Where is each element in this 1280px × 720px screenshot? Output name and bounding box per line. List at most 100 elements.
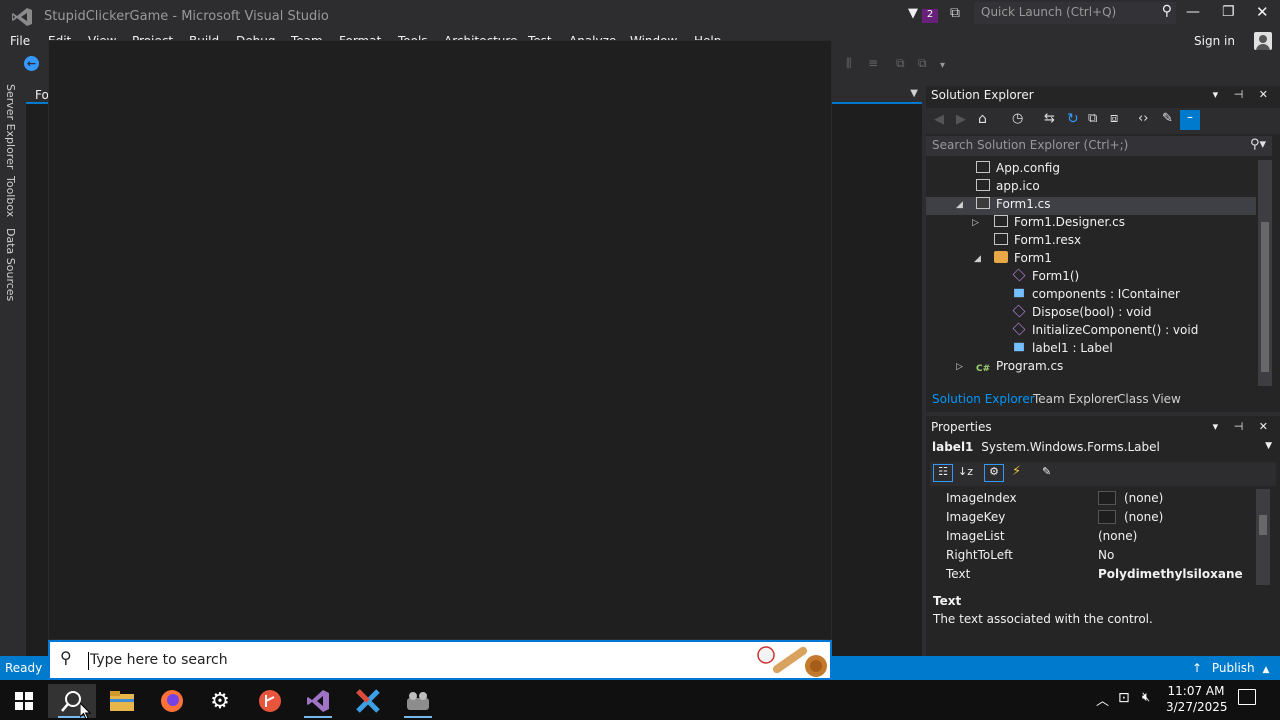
- visual-studio-logo-icon: [12, 8, 32, 26]
- back-icon[interactable]: ◀: [934, 112, 944, 127]
- sync-icon[interactable]: ⇆: [1044, 111, 1055, 126]
- property-value[interactable]: (none): [1124, 491, 1163, 505]
- tree-item-app-config[interactable]: App.config: [976, 161, 1060, 179]
- order-icon[interactable]: ⧉: [918, 56, 927, 71]
- property-row[interactable]: ImageIndex (none): [946, 489, 1252, 508]
- collapse-arrow-icon[interactable]: ◢: [974, 254, 981, 264]
- taskbar-visual-studio[interactable]: [294, 684, 342, 718]
- menu-file[interactable]: File: [10, 34, 30, 48]
- toolbar-overflow-icon[interactable]: ▾: [940, 60, 945, 71]
- quick-launch-input[interactable]: Quick Launch (Ctrl+Q) ⚲: [974, 2, 1176, 24]
- panel-window-buttons[interactable]: ▾ ⊣ ✕: [1213, 420, 1274, 433]
- properties-wrench-icon[interactable]: ✎: [1162, 111, 1173, 126]
- categorized-icon[interactable]: ☷: [933, 464, 953, 482]
- publish-button[interactable]: ↑ Publish ▲: [1192, 661, 1269, 675]
- avatar[interactable]: [1254, 32, 1272, 50]
- volume-muted-icon[interactable]: 🔇︎: [1142, 690, 1150, 705]
- tree-item-label: app.ico: [996, 179, 1040, 193]
- show-all-files-icon[interactable]: ⧈: [1110, 111, 1118, 126]
- property-pages-icon[interactable]: ✎: [1042, 465, 1051, 478]
- feedback-icon[interactable]: ⧉: [950, 5, 960, 21]
- tab-class-view[interactable]: Class View: [1117, 392, 1181, 406]
- preview-selected-icon[interactable]: –: [1180, 110, 1200, 130]
- taskbar-file-explorer[interactable]: [98, 684, 146, 718]
- tree-item-form1-resx[interactable]: Form1.resx: [994, 233, 1081, 251]
- solution-search-input[interactable]: Search Solution Explorer (Ctrl+;) ⚲▾: [926, 136, 1272, 156]
- collapse-all-icon[interactable]: ⧉: [1088, 111, 1097, 126]
- notification-count-badge[interactable]: 2: [922, 9, 938, 23]
- scrollbar-thumb[interactable]: [1259, 515, 1267, 535]
- data-sources-tab[interactable]: Data Sources: [4, 228, 17, 301]
- tree-item-form1-cs[interactable]: ◢ Form1.cs: [926, 197, 1256, 215]
- properties-icon[interactable]: ⚙: [984, 464, 1004, 482]
- tree-item-components[interactable]: components : IContainer: [1012, 287, 1180, 305]
- property-value[interactable]: (none): [1098, 529, 1137, 543]
- tree-item-label1[interactable]: label1 : Label: [1012, 341, 1113, 359]
- expand-arrow-icon[interactable]: ▷: [972, 218, 979, 228]
- events-icon[interactable]: ⚡: [1012, 464, 1021, 479]
- tab-solution-explorer[interactable]: Solution Explorer: [932, 392, 1035, 406]
- taskbar-git-client[interactable]: [246, 684, 294, 718]
- property-row[interactable]: ImageList (none): [946, 527, 1252, 546]
- restore-button[interactable]: ❐: [1222, 4, 1235, 20]
- tree-item-dispose[interactable]: Dispose(bool) : void: [1012, 304, 1151, 323]
- object-selector[interactable]: label1 System.Windows.Forms.Label ▼: [932, 440, 1276, 458]
- folder-icon: [110, 691, 134, 711]
- navigate-back-icon[interactable]: ←: [24, 56, 39, 71]
- minimize-button[interactable]: —: [1186, 4, 1200, 20]
- refresh-icon[interactable]: ↻: [1067, 111, 1079, 127]
- server-explorer-tab[interactable]: Server Explorer: [4, 84, 17, 169]
- collapse-arrow-icon[interactable]: ◢: [956, 200, 963, 210]
- visual-studio-icon: [307, 690, 329, 712]
- pending-changes-icon[interactable]: ◷: [1012, 111, 1023, 126]
- tab-team-explorer[interactable]: Team Explorer: [1033, 392, 1119, 406]
- tree-item-form1-ctor[interactable]: Form1(): [1012, 268, 1079, 287]
- property-row[interactable]: RightToLeft No: [946, 546, 1252, 565]
- tree-item-initialize-component[interactable]: InitializeComponent() : void: [1012, 322, 1198, 341]
- taskbar-firefox[interactable]: [148, 684, 196, 718]
- property-description-title: Text: [933, 594, 962, 608]
- property-value[interactable]: Polydimethylsiloxane: [1098, 567, 1243, 581]
- document-tab[interactable]: Fo: [35, 88, 49, 102]
- taskbar-search-box[interactable]: ⚲ Type here to search: [48, 640, 832, 680]
- property-value[interactable]: (none): [1124, 510, 1163, 524]
- network-icon[interactable]: ⊡: [1118, 690, 1130, 706]
- taskbar-settings[interactable]: ⚙: [196, 684, 244, 718]
- expand-arrow-icon[interactable]: ▷: [956, 362, 963, 372]
- tree-item-form1-class[interactable]: ◢ Form1: [972, 251, 1052, 269]
- filter-icon[interactable]: ▼: [908, 6, 918, 21]
- tray-overflow-chevron-icon[interactable]: ︿: [1096, 690, 1109, 709]
- icon-file-icon: [976, 179, 990, 191]
- distribute-icon[interactable]: ≡: [868, 56, 878, 70]
- alphabetical-icon[interactable]: ↓z: [958, 465, 973, 478]
- scrollbar-thumb[interactable]: [1261, 222, 1269, 372]
- solution-explorer-scrollbar[interactable]: [1258, 160, 1272, 386]
- forward-icon[interactable]: ▶: [956, 112, 966, 127]
- tree-item-app-ico[interactable]: app.ico: [976, 179, 1040, 197]
- view-code-icon[interactable]: ‹›: [1138, 111, 1148, 126]
- property-row[interactable]: ImageKey (none): [946, 508, 1252, 527]
- field-icon: [1014, 288, 1024, 298]
- property-name: ImageList: [946, 529, 1005, 543]
- properties-scrollbar[interactable]: [1256, 489, 1270, 585]
- align-icon[interactable]: ⫼: [846, 56, 852, 71]
- home-icon[interactable]: ⌂: [978, 111, 987, 127]
- taskbar-clock[interactable]: 11:07 AM 3/27/2025: [1166, 684, 1228, 714]
- action-center-icon[interactable]: [1238, 689, 1256, 705]
- taskbar-game-app[interactable]: [394, 684, 442, 718]
- start-button[interactable]: [0, 684, 48, 718]
- color-swatch: [1098, 491, 1116, 505]
- sign-in-link[interactable]: Sign in: [1194, 34, 1235, 48]
- layout-icon[interactable]: ⧉: [896, 56, 905, 71]
- tree-item-form1-designer[interactable]: ▷ Form1.Designer.cs: [972, 215, 1125, 233]
- tree-item-program-cs[interactable]: ▷ C# Program.cs: [954, 359, 1063, 377]
- close-button[interactable]: ✕: [1256, 3, 1269, 21]
- resx-file-icon: [994, 233, 1008, 245]
- property-value[interactable]: No: [1098, 548, 1114, 562]
- tab-dropdown-icon[interactable]: ▼: [910, 88, 918, 99]
- property-row[interactable]: Text Polydimethylsiloxane: [946, 565, 1252, 584]
- toolbox-tab[interactable]: Toolbox: [4, 176, 17, 217]
- panel-window-buttons[interactable]: ▾ ⊣ ✕: [1213, 88, 1274, 101]
- property-name: ImageKey: [946, 510, 1006, 524]
- taskbar-blend[interactable]: [344, 684, 392, 718]
